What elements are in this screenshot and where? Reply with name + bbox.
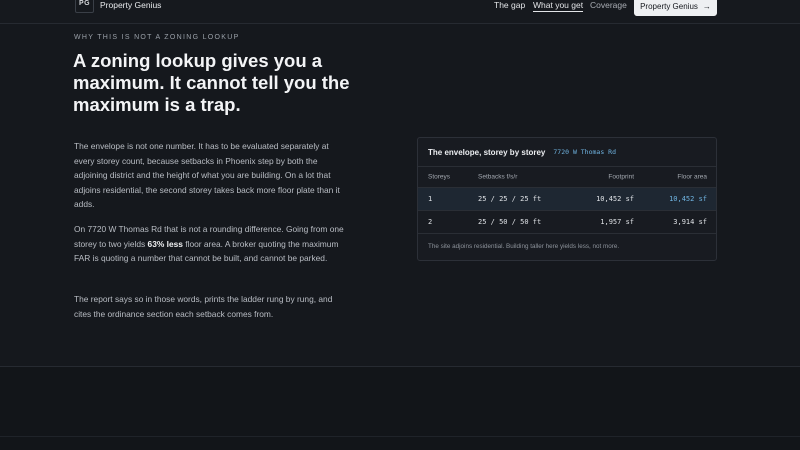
body-paragraph-2: On 7720 W Thomas Rd that is not a roundi… bbox=[74, 222, 346, 266]
column-header-setbacks: Setbacks f/s/r bbox=[478, 173, 518, 181]
footer-divider bbox=[0, 436, 800, 437]
arrow-right-icon: → bbox=[702, 2, 711, 11]
top-navigation-bar: PG Property Genius The gap What you get … bbox=[0, 0, 800, 24]
card-address: 7720 W Thomas Rd bbox=[553, 148, 616, 156]
cell-storeys: 1 bbox=[428, 195, 433, 203]
body-paragraph-3: The report says so in those words, print… bbox=[74, 294, 333, 319]
card-title: The envelope, storey by storey bbox=[428, 147, 546, 157]
cell-floor-area: 10,452 sf bbox=[669, 195, 707, 203]
logo-mark[interactable]: PG bbox=[75, 0, 94, 13]
nav-link-coverage[interactable]: Coverage bbox=[590, 0, 627, 10]
column-header-footprint: Footprint bbox=[608, 173, 634, 181]
envelope-table-card: The envelope, storey by storey 7720 W Th… bbox=[417, 137, 717, 261]
section-eyebrow: WHY THIS IS NOT A ZONING LOOKUP bbox=[74, 34, 240, 41]
cell-footprint: 1,957 sf bbox=[600, 218, 634, 226]
cell-setbacks: 25 / 25 / 25 ft bbox=[478, 195, 542, 203]
card-footnote: The site adjoins residential. Building t… bbox=[428, 243, 620, 250]
para2-emphasis: 63% less bbox=[147, 238, 183, 249]
brand-name[interactable]: Property Genius bbox=[100, 0, 161, 10]
cta-label: Property Genius bbox=[640, 2, 698, 11]
section-headline: A zoning lookup gives you a maximum. It … bbox=[73, 50, 350, 115]
table-row: 2 25 / 50 / 50 ft 1,957 sf 3,914 sf bbox=[418, 211, 716, 234]
cell-setbacks: 25 / 50 / 50 ft bbox=[478, 218, 542, 226]
property-genius-cta-button[interactable]: Property Genius → bbox=[634, 0, 717, 16]
next-section-band bbox=[0, 367, 800, 450]
cell-floor-area: 3,914 sf bbox=[673, 218, 707, 226]
column-header-storeys: Storeys bbox=[428, 173, 451, 181]
cell-footprint: 10,452 sf bbox=[596, 195, 634, 203]
body-paragraph-1: The envelope is not one number. It has t… bbox=[74, 141, 340, 209]
nav-link-what-you-get[interactable]: What you get bbox=[533, 0, 584, 12]
cell-storeys: 2 bbox=[428, 218, 433, 226]
column-header-floor-area: Floor area bbox=[677, 173, 707, 181]
nav-link-the-gap[interactable]: The gap bbox=[494, 0, 525, 10]
card-header: The envelope, storey by storey 7720 W Th… bbox=[418, 138, 716, 167]
table-row: 1 25 / 25 / 25 ft 10,452 sf 10,452 sf bbox=[418, 188, 716, 211]
table-header-row: Storeys Setbacks f/s/r Footprint Floor a… bbox=[418, 167, 716, 188]
